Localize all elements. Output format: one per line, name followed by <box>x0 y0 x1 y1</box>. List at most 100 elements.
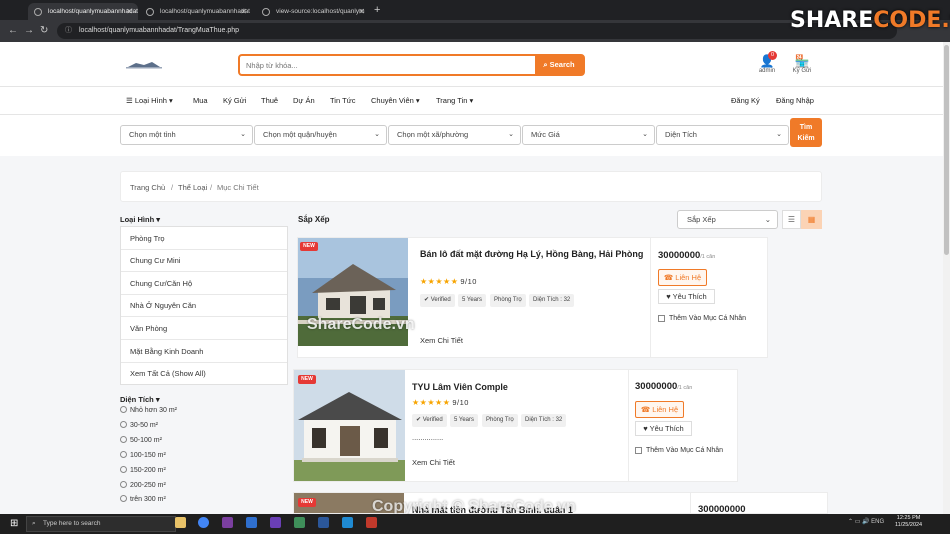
listing-price: 30000000/1 căn <box>635 381 693 392</box>
description-text: ............... <box>412 433 444 442</box>
view-detail-link[interactable]: Xem Chi Tiết <box>420 336 463 345</box>
close-icon[interactable]: ✕ <box>358 3 365 20</box>
price-column: 30000000/1 căn ☎ Liên Hệ ♥ Yêu Thích Thê… <box>650 238 768 357</box>
district-select[interactable]: Chọn một quận/huyện ⌄ <box>254 125 387 145</box>
visual-studio-icon[interactable] <box>270 517 281 528</box>
register-link[interactable]: Đăng Ký <box>731 96 760 105</box>
app-icon[interactable] <box>366 517 377 528</box>
nav-tin-tuc[interactable]: Tin Tức <box>330 96 355 105</box>
breadcrumb-category[interactable]: Thể Loại <box>178 183 207 192</box>
close-icon[interactable]: ✕ <box>126 3 133 20</box>
grid-view-button[interactable]: ▦ <box>801 210 822 229</box>
list-view-button[interactable]: ☰ <box>782 210 801 229</box>
search-box: ⌕ Search <box>238 54 585 76</box>
system-tray[interactable]: ⌃ ▭ 🔊 ENG <box>848 518 884 525</box>
category-item[interactable]: Mặt Bằng Kinh Doanh <box>121 340 287 363</box>
nav-du-an[interactable]: Dự Án <box>293 96 315 105</box>
file-explorer-icon[interactable] <box>175 517 186 528</box>
breadcrumb: Trang Chủ / Thể Loại / Mục Chi Tiết <box>120 171 822 202</box>
breadcrumb-separator: / <box>210 183 213 192</box>
listing-title[interactable]: TYU Lâm Viên Comple <box>412 381 632 393</box>
globe-icon <box>262 8 270 16</box>
find-button[interactable]: Tìm Kiếm <box>790 118 822 147</box>
sort-select[interactable]: Sắp Xếp ⌄ <box>677 210 778 229</box>
info-icon: ⓘ <box>65 27 72 34</box>
back-icon[interactable]: ← <box>8 24 18 38</box>
chat-icon: ☎ <box>663 273 674 282</box>
breadcrumb-separator: / <box>171 183 174 192</box>
area-radio[interactable]: 50-100 m² <box>120 436 162 444</box>
area-heading[interactable]: Diện Tích ▾ <box>120 395 160 404</box>
vscode-icon[interactable] <box>342 517 353 528</box>
taskbar-search[interactable]: ⌕ Type here to search <box>26 516 176 532</box>
app-icon[interactable] <box>222 517 233 528</box>
category-item[interactable]: Phòng Trọ <box>121 227 287 250</box>
chat-icon: ☎ <box>640 405 651 414</box>
save-personal-checkbox[interactable]: Thêm Vào Mục Cá Nhân <box>635 446 725 456</box>
app-icon[interactable] <box>294 517 305 528</box>
new-badge: NEW <box>298 498 316 507</box>
browser-tab[interactable]: localhost/quanlymuabannhadat ✕ <box>140 3 252 20</box>
area-radio[interactable]: 30-50 m² <box>120 421 158 429</box>
category-item[interactable]: Văn Phòng <box>121 317 287 340</box>
chrome-icon[interactable] <box>198 517 209 528</box>
area-radio[interactable]: trên 300 m² <box>120 495 166 503</box>
type-heading[interactable]: Loại Hình ▾ <box>120 215 160 224</box>
search-button[interactable]: ⌕ Search <box>535 56 583 74</box>
listing-price: 30000000/1 căn <box>658 250 716 261</box>
listing-image[interactable] <box>294 370 405 481</box>
category-item-show-all[interactable]: Xem Tất Cả (Show All) <box>121 362 287 385</box>
chevron-down-icon: ⌄ <box>240 131 246 138</box>
nav-trang-tin[interactable]: Trang Tin ▾ <box>436 96 473 105</box>
ward-select[interactable]: Chọn một xã/phường ⌄ <box>388 125 521 145</box>
heart-icon: ♥ <box>666 292 671 301</box>
area-select[interactable]: Diện Tích ⌄ <box>656 125 789 145</box>
listing-tags: ✔ Verified 5 Years Phòng Trọ Diện Tích :… <box>420 294 620 307</box>
nav-mua[interactable]: Mua <box>193 96 208 105</box>
browser-tab[interactable]: view-source:localhost/quanlym ✕ <box>256 3 370 20</box>
word-icon[interactable] <box>318 517 329 528</box>
listing-title[interactable]: Bán lô đất mặt đường Hạ Lý, Hồng Bàng, H… <box>420 248 650 260</box>
deposit-menu[interactable]: 🏪 Ký Gửi <box>789 54 815 74</box>
url-bar[interactable]: ⓘ localhost/quanlymuabannhadat/TrangMuaTh… <box>57 23 897 39</box>
close-icon[interactable]: ✕ <box>240 3 247 20</box>
tag-verified: ✔ Verified <box>420 294 455 307</box>
area-radio[interactable]: 150-200 m² <box>120 466 166 474</box>
nav-thue[interactable]: Thuê <box>261 96 278 105</box>
new-tab-icon[interactable]: + <box>374 3 380 17</box>
notification-badge: 0 <box>768 51 777 60</box>
breadcrumb-home[interactable]: Trang Chủ <box>130 183 165 192</box>
view-detail-link[interactable]: Xem Chi Tiết <box>412 458 455 467</box>
category-item[interactable]: Nhà Ở Nguyên Căn <box>121 294 287 317</box>
reload-icon[interactable]: ↻ <box>40 24 48 38</box>
nav-chuyen-vien[interactable]: Chuyên Viên ▾ <box>371 96 420 105</box>
contact-button[interactable]: ☎ Liên Hệ <box>658 269 707 286</box>
area-radio[interactable]: 100-150 m² <box>120 451 166 459</box>
tag: 5 Years <box>450 414 479 427</box>
app-icon[interactable] <box>246 517 257 528</box>
save-personal-checkbox[interactable]: Thêm Vào Mục Cá Nhân <box>658 314 768 324</box>
taskbar-clock[interactable]: 12:25 PM 11/25/2024 <box>895 515 922 529</box>
area-radio[interactable]: 200-250 m² <box>120 481 166 489</box>
province-select[interactable]: Chọn một tỉnh ⌄ <box>120 125 253 145</box>
browser-tab-active[interactable]: localhost/quanlymuabannhadat ✕ <box>28 3 138 20</box>
search-input[interactable] <box>240 56 534 74</box>
area-radio[interactable]: Nhỏ hơn 30 m² <box>120 406 177 414</box>
windows-start-icon[interactable]: ⊞ <box>10 518 18 529</box>
menu-icon: ☰ <box>126 96 133 105</box>
nav-ky-gui[interactable]: Ký Gửi <box>223 96 246 105</box>
category-item[interactable]: Chung Cư Mini <box>121 249 287 272</box>
site-logo[interactable] <box>126 60 162 70</box>
contact-button[interactable]: ☎ Liên Hệ <box>635 401 684 418</box>
forward-icon[interactable]: → <box>24 24 34 38</box>
price-select[interactable]: Mức Giá ⌄ <box>522 125 655 145</box>
favorite-button[interactable]: ♥ Yêu Thích <box>658 289 715 304</box>
breadcrumb-current: Mục Chi Tiết <box>217 183 259 192</box>
store-icon: 🏪 <box>794 54 810 68</box>
scrollbar-thumb[interactable] <box>944 45 949 255</box>
favorite-button[interactable]: ♥ Yêu Thích <box>635 421 692 436</box>
nav-loai-hinh[interactable]: ☰ Loại Hình ▾ <box>126 96 173 105</box>
login-link[interactable]: Đăng Nhập <box>776 96 814 105</box>
chevron-down-icon: ⌄ <box>508 131 514 138</box>
category-item[interactable]: Chung Cư/Căn Hộ <box>121 272 287 295</box>
